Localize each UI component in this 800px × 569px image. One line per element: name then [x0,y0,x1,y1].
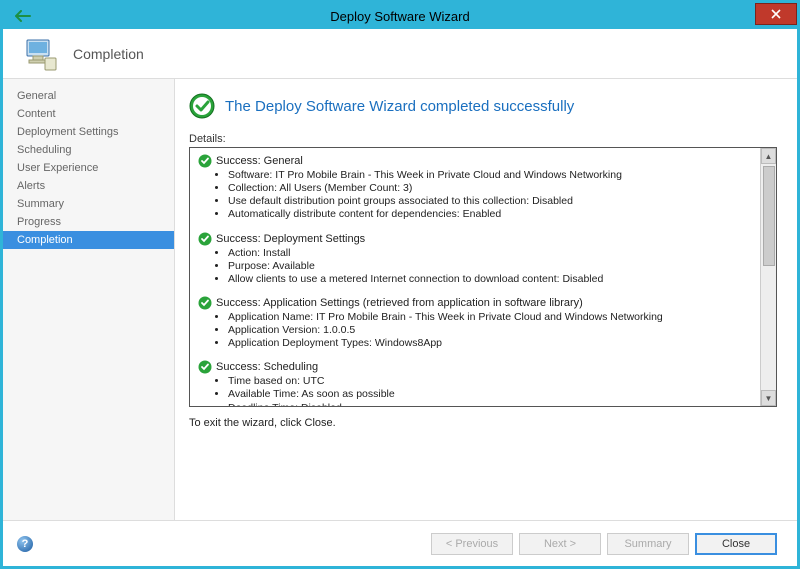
section-title: Success: General [216,155,303,167]
help-icon[interactable]: ? [17,536,33,552]
section-deployment-settings: Success: Deployment Settings Action: Ins… [198,232,752,286]
sidebar-step-alerts[interactable]: Alerts [3,177,174,195]
exit-hint: To exit the wizard, click Close. [189,417,777,429]
success-check-icon [198,154,212,168]
footer: ? < Previous Next > Summary Close [3,520,797,566]
section-application-settings: Success: Application Settings (retrieved… [198,296,752,350]
details-label: Details: [189,133,777,145]
success-check-icon [189,93,215,119]
success-check-icon [198,296,212,310]
section-general: Success: General Software: IT Pro Mobile… [198,154,752,222]
success-check-icon [198,360,212,374]
section-scheduling: Success: Scheduling Time based on: UTC A… [198,360,752,406]
sidebar-step-completion[interactable]: Completion [3,231,174,249]
detail-item: Deadline Time: Disabled [228,402,752,407]
detail-item: Action: Install [228,247,752,260]
detail-item: Collection: All Users (Member Count: 3) [228,182,752,195]
main-panel: The Deploy Software Wizard completed suc… [175,79,797,520]
previous-button: < Previous [431,533,513,555]
sidebar-step-progress[interactable]: Progress [3,213,174,231]
section-title: Success: Scheduling [216,361,318,373]
detail-item: Purpose: Available [228,260,752,273]
detail-item: Allow clients to use a metered Internet … [228,273,752,286]
success-message: The Deploy Software Wizard completed suc… [225,98,574,115]
detail-item: Application Version: 1.0.0.5 [228,324,752,337]
detail-item: Use default distribution point groups as… [228,195,752,208]
section-title: Success: Application Settings (retrieved… [216,297,583,309]
page-title: Completion [73,46,144,62]
detail-item: Software: IT Pro Mobile Brain - This Wee… [228,169,752,182]
scroll-thumb[interactable] [763,166,775,266]
detail-item: Available Time: As soon as possible [228,388,752,401]
sidebar-step-summary[interactable]: Summary [3,195,174,213]
sidebar-step-general[interactable]: General [3,87,174,105]
window-close-button[interactable] [755,3,797,25]
sidebar-step-content[interactable]: Content [3,105,174,123]
sidebar-step-user-experience[interactable]: User Experience [3,159,174,177]
section-title: Success: Deployment Settings [216,233,365,245]
scrollbar[interactable]: ▲ ▼ [760,148,776,406]
page-header: Completion [3,29,797,79]
scroll-up-icon[interactable]: ▲ [761,148,776,164]
details-box: Success: General Software: IT Pro Mobile… [189,147,777,407]
close-button[interactable]: Close [695,533,777,555]
detail-item: Automatically distribute content for dep… [228,208,752,221]
window-title: Deploy Software Wizard [3,9,797,24]
details-content: Success: General Software: IT Pro Mobile… [190,148,760,406]
wizard-steps-sidebar: General Content Deployment Settings Sche… [3,79,175,520]
success-check-icon [198,232,212,246]
wizard-icon [21,35,59,73]
detail-item: Application Deployment Types: Windows8Ap… [228,337,752,350]
detail-item: Application Name: IT Pro Mobile Brain - … [228,311,752,324]
sidebar-step-scheduling[interactable]: Scheduling [3,141,174,159]
summary-button: Summary [607,533,689,555]
next-button: Next > [519,533,601,555]
scroll-down-icon[interactable]: ▼ [761,390,776,406]
sidebar-step-deployment-settings[interactable]: Deployment Settings [3,123,174,141]
titlebar: Deploy Software Wizard [3,3,797,29]
detail-item: Time based on: UTC [228,375,752,388]
